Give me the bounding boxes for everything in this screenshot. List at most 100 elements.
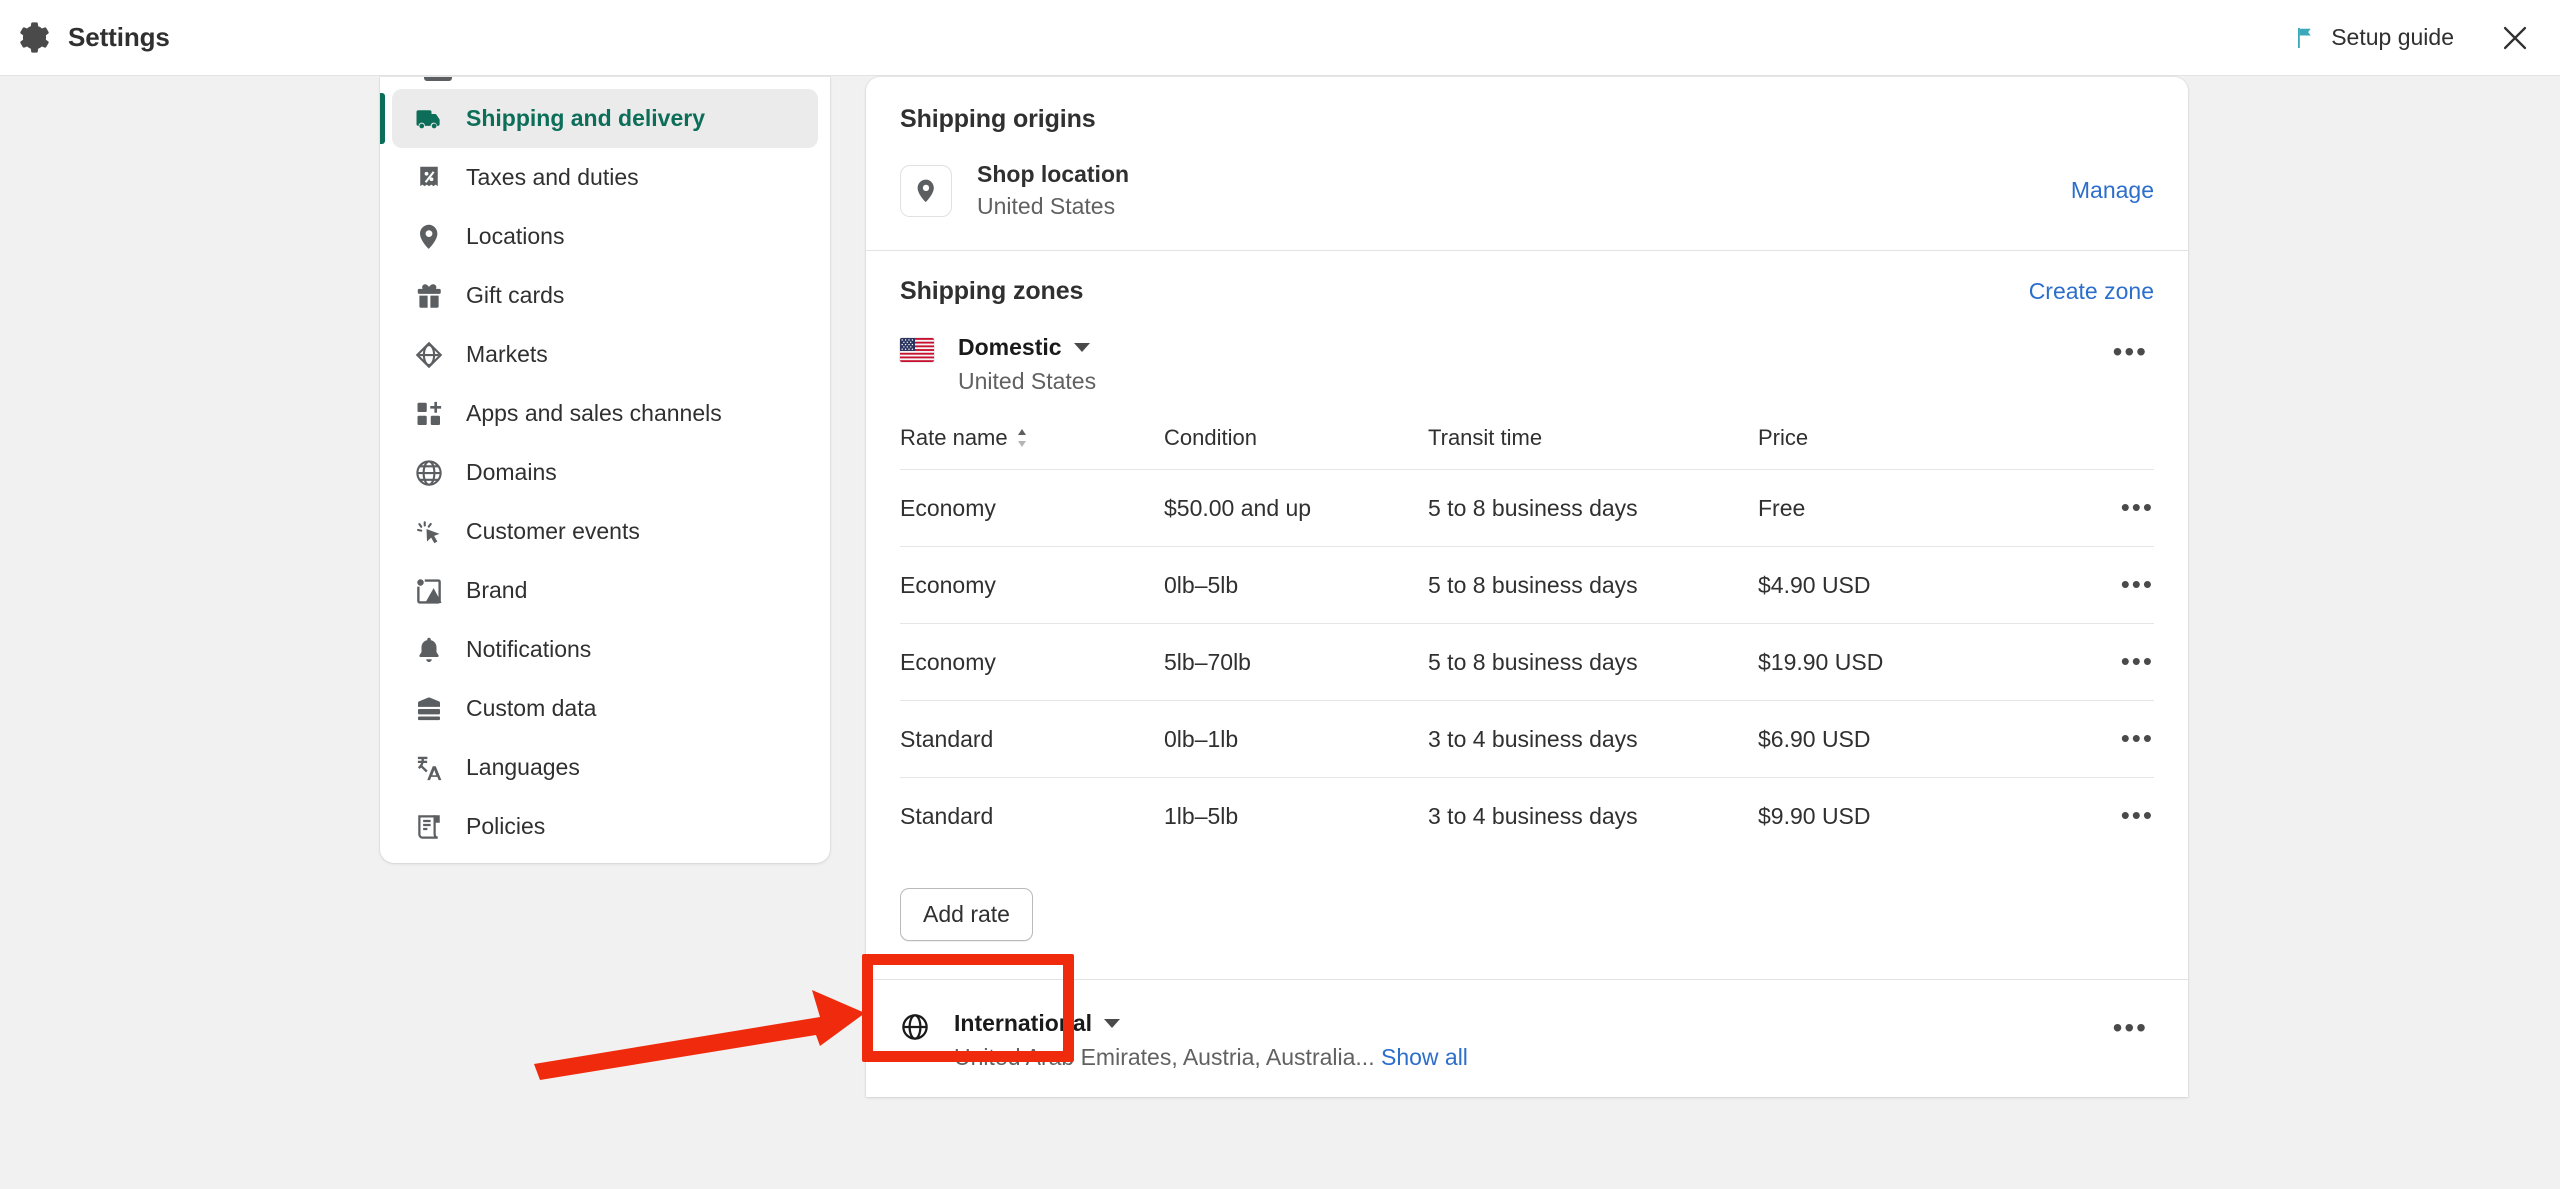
close-icon[interactable] (2498, 21, 2532, 55)
rates-header-row: Rate name Condition Transit time Price (900, 425, 2154, 470)
location-pin-icon (414, 222, 444, 252)
domestic-zone-header: Domestic United States ••• (900, 334, 2154, 395)
domestic-zone-countries: United States (958, 368, 1097, 394)
scroll-icon (414, 812, 444, 842)
cell-actions: ••• (2048, 623, 2154, 701)
rate-name-sort-control[interactable]: Rate name (900, 425, 1028, 451)
add-rate-button[interactable]: Add rate (900, 888, 1033, 941)
sidebar-item-taxes-and-duties[interactable]: Taxes and duties (392, 148, 818, 207)
us-flag-icon (900, 338, 934, 362)
cell-transit-time: 5 to 8 business days (1428, 623, 1758, 701)
chevron-down-icon[interactable] (1073, 343, 1090, 352)
globe-icon (900, 1012, 930, 1042)
row-more-options-icon[interactable]: ••• (2121, 723, 2154, 753)
row-more-options-icon[interactable]: ••• (2121, 800, 2154, 830)
shipping-settings-card: Shipping origins Shop location United St… (866, 77, 2188, 1097)
settings-sidebar: Shipping and delivery Taxes and duties L… (380, 77, 830, 863)
setup-guide-button[interactable]: Setup guide (2294, 24, 2454, 51)
sidebar-item-markets[interactable]: Markets (392, 325, 818, 384)
rates-table-head: Rate name Condition Transit time Price (900, 425, 2154, 470)
gear-icon (18, 21, 51, 54)
manage-link[interactable]: Manage (2071, 177, 2154, 204)
cell-price: $19.90 USD (1758, 623, 2049, 701)
cell-rate-name: Economy (900, 469, 1164, 547)
sort-arrows-icon (1016, 428, 1028, 448)
table-row[interactable]: Standard 1lb–5lb 3 to 4 business days $9… (900, 777, 2154, 854)
bell-icon (414, 635, 444, 665)
cell-rate-name: Economy (900, 546, 1164, 624)
shipping-origins-section: Shipping origins Shop location United St… (866, 77, 2188, 250)
add-rate-container: Add rate (900, 854, 2154, 979)
column-header-price: Price (1758, 425, 1809, 450)
row-more-options-icon[interactable]: ••• (2121, 569, 2154, 599)
sidebar-item-brand[interactable]: Brand (392, 561, 818, 620)
cell-condition: 1lb–5lb (1164, 777, 1428, 854)
translate-icon (414, 753, 444, 783)
sidebar-item-label: Gift cards (466, 282, 565, 308)
table-row[interactable]: Economy 0lb–5lb 5 to 8 business days $4.… (900, 546, 2154, 624)
app-header: Settings Setup guide (0, 0, 2560, 76)
sidebar-item-label: Taxes and duties (466, 164, 639, 190)
column-header-condition: Condition (1164, 425, 1257, 450)
sidebar-item-locations[interactable]: Locations (392, 207, 818, 266)
shop-location-text: Shop location United States (977, 161, 1129, 220)
header-left-group: Settings (0, 21, 170, 54)
domestic-zone-more-options-icon[interactable]: ••• (2107, 334, 2154, 370)
sidebar-item-domains[interactable]: Domains (392, 443, 818, 502)
column-label: Rate name (900, 425, 1008, 450)
sidebar-item-languages[interactable]: Languages (392, 738, 818, 797)
domestic-rates-table: Rate name Condition Transit time Price E… (900, 425, 2154, 854)
international-zone-more-options-icon[interactable]: ••• (2107, 1010, 2154, 1046)
create-zone-link[interactable]: Create zone (2029, 278, 2154, 305)
sidebar-item-label: Locations (466, 223, 565, 249)
scrolled-item-sliver (392, 77, 818, 89)
sidebar-item-label: Markets (466, 341, 548, 367)
chevron-down-icon[interactable] (1104, 1019, 1121, 1028)
database-icon (414, 694, 444, 724)
shop-location-row: Shop location United States Manage (900, 161, 2154, 220)
sidebar-item-custom-data[interactable]: Custom data (392, 679, 818, 738)
row-more-options-icon[interactable]: ••• (2121, 492, 2154, 522)
sidebar-item-shipping-and-delivery[interactable]: Shipping and delivery (380, 89, 818, 148)
sidebar-item-label: Languages (466, 754, 580, 780)
table-row[interactable]: Economy $50.00 and up 5 to 8 business da… (900, 469, 2154, 547)
column-header-rate-name: Rate name (900, 425, 1164, 470)
show-all-link[interactable]: Show all (1381, 1044, 1468, 1070)
annotation-arrow (534, 990, 865, 1080)
international-zone-text: International United Arab Emirates, Aust… (954, 1010, 1468, 1071)
globe-icon (414, 458, 444, 488)
cell-rate-name: Standard (900, 700, 1164, 778)
cell-transit-time: 3 to 4 business days (1428, 700, 1758, 778)
receipt-percent-icon (414, 163, 444, 193)
table-row[interactable]: Economy 5lb–70lb 5 to 8 business days $1… (900, 623, 2154, 701)
image-icon (414, 576, 444, 606)
sidebar-item-notifications[interactable]: Notifications (392, 620, 818, 679)
shipping-zones-title: Shipping zones (900, 277, 1084, 305)
sidebar-item-apps-and-sales-channels[interactable]: Apps and sales channels (392, 384, 818, 443)
globe-target-icon (414, 340, 444, 370)
international-zone-section: International United Arab Emirates, Aust… (866, 980, 2188, 1097)
column-header-transit-time: Transit time (1428, 425, 1543, 450)
sidebar-item-policies[interactable]: Policies (392, 797, 818, 856)
gift-icon (414, 281, 444, 311)
sidebar-item-label: Domains (466, 459, 557, 485)
shipping-origins-title: Shipping origins (900, 105, 1096, 133)
sidebar-item-customer-events[interactable]: Customer events (392, 502, 818, 561)
cell-actions: ••• (2048, 700, 2154, 778)
rates-table-body: Economy $50.00 and up 5 to 8 business da… (900, 469, 2154, 854)
cell-transit-time: 5 to 8 business days (1428, 469, 1758, 547)
cell-price: $6.90 USD (1758, 700, 2049, 778)
table-row[interactable]: Standard 0lb–1lb 3 to 4 business days $6… (900, 700, 2154, 778)
row-more-options-icon[interactable]: ••• (2121, 646, 2154, 676)
sidebar-item-label: Customer events (466, 518, 640, 544)
location-pin-icon (900, 164, 952, 217)
shop-location-name: Shop location (977, 161, 1130, 187)
cell-transit-time: 3 to 4 business days (1428, 777, 1758, 854)
sidebar-item-gift-cards[interactable]: Gift cards (392, 266, 818, 325)
setup-guide-label: Setup guide (2331, 24, 2454, 50)
domestic-zone-name-line: Domestic (958, 334, 1096, 361)
international-zone-header: International United Arab Emirates, Aust… (900, 1010, 2154, 1071)
cell-condition: 0lb–1lb (1164, 700, 1428, 778)
international-zone-name: International (954, 1010, 1093, 1036)
cell-condition: 5lb–70lb (1164, 623, 1428, 701)
